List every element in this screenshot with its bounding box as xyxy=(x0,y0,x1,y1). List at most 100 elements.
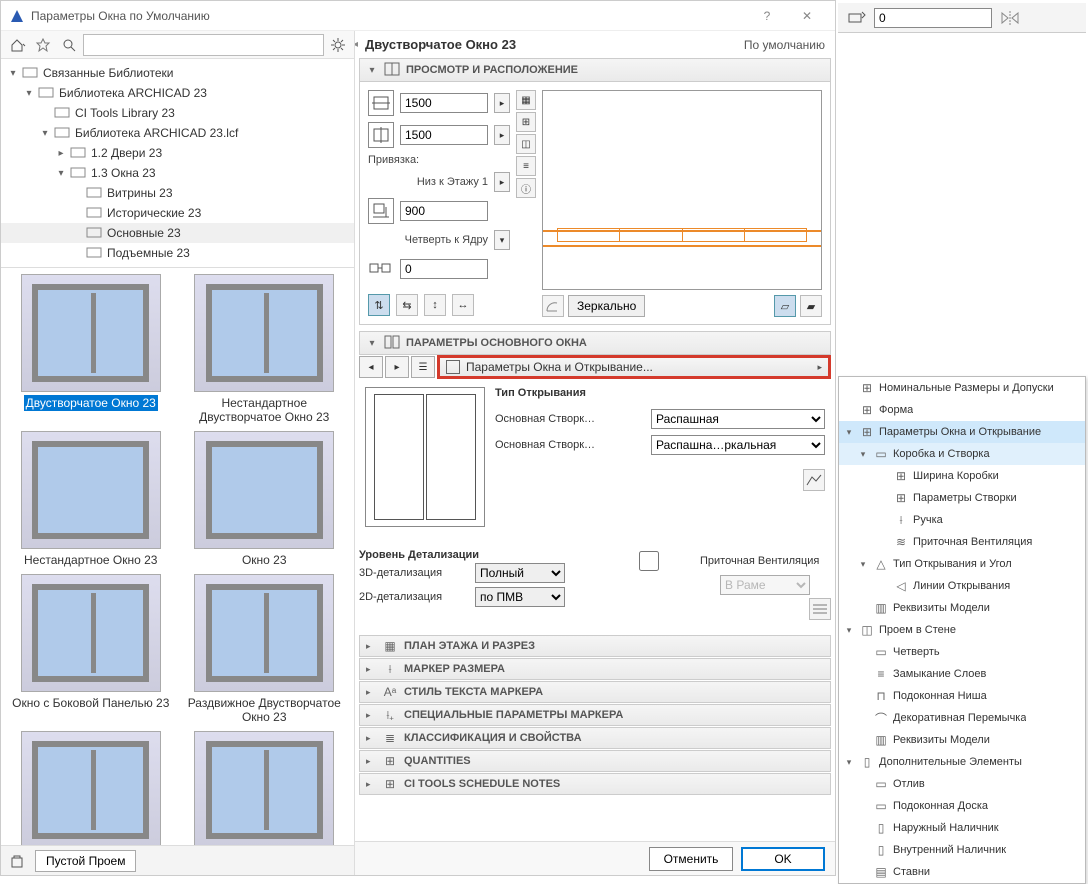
flip2-icon[interactable]: ⇆ xyxy=(396,294,418,316)
anchor1-popup-icon[interactable]: ▸ xyxy=(494,172,510,192)
tree-node[interactable]: ▸1.2 Двери 23 xyxy=(1,143,354,163)
sash2-select[interactable]: Распашна…ркальная xyxy=(651,435,825,455)
flyout-item[interactable]: ⟊Ручка xyxy=(839,509,1085,531)
grid-item[interactable]: Раздвижное Двустворчатое Окно 23 xyxy=(181,574,349,725)
flyout-item[interactable]: ▭Отлив xyxy=(839,773,1085,795)
section-markerparams[interactable]: ▸⟊₊СПЕЦИАЛЬНЫЕ ПАРАМЕТРЫ МАРКЕРА xyxy=(359,704,831,726)
close-button[interactable]: ✕ xyxy=(787,9,827,23)
d2d-select[interactable]: по ПМВ xyxy=(475,587,565,607)
section-classif[interactable]: ▸≣КЛАССИФИКАЦИЯ И СВОЙСТВА xyxy=(359,727,831,749)
sash1-select[interactable]: Распашная xyxy=(651,409,825,429)
grid-item[interactable] xyxy=(7,731,175,845)
library-search-input[interactable] xyxy=(83,34,324,56)
favorite-star-icon[interactable] xyxy=(31,34,55,56)
building-icon[interactable] xyxy=(5,850,29,872)
section-main-params[interactable]: ▾ ПАРАМЕТРЫ ОСНОВНОГО ОКНА xyxy=(359,331,831,355)
library-browser: ▾Связанные Библиотеки ▾Библиотека ARCHIC… xyxy=(1,31,355,875)
tree-node[interactable]: ▾Библиотека ARCHICAD 23.lcf xyxy=(1,123,354,143)
tree-node[interactable]: Исторические 23 xyxy=(1,203,354,223)
cancel-button[interactable]: Отменить xyxy=(649,847,733,871)
d3d-select[interactable]: Полный xyxy=(475,563,565,583)
flyout-item[interactable]: ≋Приточная Вентиляция xyxy=(839,531,1085,553)
anchor2-popup-icon[interactable]: ▾ xyxy=(494,230,510,250)
flyout-item[interactable]: ▯Внутренний Наличник xyxy=(839,839,1085,861)
flyout-item[interactable]: ⊞Параметры Створки xyxy=(839,487,1085,509)
flyout-panel: ⊞Номинальные Размеры и Допуски ⊞Форма ▾⊞… xyxy=(838,376,1086,884)
help-button[interactable]: ? xyxy=(747,9,787,23)
view-mode-3-icon[interactable]: ◫ xyxy=(516,134,536,154)
profile-icon[interactable] xyxy=(803,469,825,491)
view-mode-info-icon[interactable]: ⓘ xyxy=(516,178,536,198)
anchor1-input[interactable] xyxy=(400,201,488,221)
tree-node[interactable]: ▾Библиотека ARCHICAD 23 xyxy=(1,83,354,103)
nav-prev-icon[interactable]: ◂ xyxy=(359,356,383,378)
flip4-icon[interactable]: ↔ xyxy=(452,294,474,316)
anchor2-input[interactable] xyxy=(400,259,488,279)
view-mode-2-icon[interactable]: ⊞ xyxy=(516,112,536,132)
nav-list-icon[interactable]: ☰ xyxy=(411,356,435,378)
flyout-item-selected[interactable]: ▾⊞Параметры Окна и Открывание xyxy=(839,421,1085,443)
params-page-dropdown[interactable]: Параметры Окна и Открывание... ▸ xyxy=(437,355,831,379)
tree-node[interactable]: Подъемные 23 xyxy=(1,243,354,263)
flyout-item[interactable]: ▾▯Дополнительные Элементы xyxy=(839,751,1085,773)
mirror-button[interactable]: Зеркально xyxy=(568,295,645,317)
flyout-item[interactable]: ▾◫Проем в Стене xyxy=(839,619,1085,641)
settings-gear-icon[interactable] xyxy=(326,34,350,56)
flyout-item[interactable]: ▥Реквизиты Модели xyxy=(839,597,1085,619)
swing-icon[interactable] xyxy=(542,295,564,317)
flyout-item[interactable]: ⊞Ширина Коробки xyxy=(839,465,1085,487)
flip3-icon[interactable]: ↕ xyxy=(424,294,446,316)
section-quantities[interactable]: ▸⊞QUANTITIES xyxy=(359,750,831,772)
empty-opening-button[interactable]: Пустой Проем xyxy=(35,850,136,872)
ventilation-checkbox[interactable] xyxy=(604,551,694,571)
collapse-arrow-icon[interactable]: ◂ xyxy=(355,39,358,50)
section-preview[interactable]: ▾ ПРОСМОТР И РАСПОЛОЖЕНИЕ xyxy=(359,58,831,82)
section-plan[interactable]: ▸▦ПЛАН ЭТАЖА И РАЗРЕЗ xyxy=(359,635,831,657)
orientation2-icon[interactable]: ▰ xyxy=(800,295,822,317)
grid-item[interactable]: Окно 23 xyxy=(181,431,349,568)
top-offset-input[interactable] xyxy=(874,8,992,28)
flyout-item[interactable]: ⊞Номинальные Размеры и Допуски xyxy=(839,377,1085,399)
flyout-item[interactable]: ▯Наружный Наличник xyxy=(839,817,1085,839)
section-markerstyle[interactable]: ▸AᵃСТИЛЬ ТЕКСТА МАРКЕРА xyxy=(359,681,831,703)
section-cischedule[interactable]: ▸⊞CI TOOLS SCHEDULE NOTES xyxy=(359,773,831,795)
flyout-item[interactable]: ▾△Тип Открывания и Угол xyxy=(839,553,1085,575)
flyout-item[interactable]: ▭Четверть xyxy=(839,641,1085,663)
tree-node[interactable]: CI Tools Library 23 xyxy=(1,103,354,123)
flyout-item[interactable]: ▭Подоконная Доска xyxy=(839,795,1085,817)
flip1-icon[interactable]: ⇅ xyxy=(368,294,390,316)
grid-item[interactable]: Нестандартное Окно 23 xyxy=(7,431,175,568)
grid-item[interactable]: Двустворчатое Окно 23 xyxy=(7,274,175,425)
flyout-item[interactable]: ⌒Декоративная Перемычка xyxy=(839,707,1085,729)
param-schematic xyxy=(365,387,485,527)
flyout-item[interactable]: ⊓Подоконная Ниша xyxy=(839,685,1085,707)
tree-node[interactable]: ▾1.3 Окна 23 xyxy=(1,163,354,183)
tree-node[interactable]: Витрины 23 xyxy=(1,183,354,203)
flyout-item[interactable]: ▥Реквизиты Модели xyxy=(839,729,1085,751)
flyout-item[interactable]: ▤Ставни xyxy=(839,861,1085,883)
flyout-item[interactable]: ≡Замыкание Слоев xyxy=(839,663,1085,685)
search-icon[interactable] xyxy=(57,34,81,56)
height-popup-icon[interactable]: ▸ xyxy=(494,125,510,145)
height-input[interactable] xyxy=(400,125,488,145)
grid-item[interactable]: Нестандартное Двустворчатое Окно 23 xyxy=(181,274,349,425)
tree-node-selected[interactable]: Основные 23 xyxy=(1,223,354,243)
grid-item[interactable] xyxy=(181,731,349,845)
ok-button[interactable]: OK xyxy=(741,847,825,871)
width-input[interactable] xyxy=(400,93,488,113)
width-popup-icon[interactable]: ▸ xyxy=(494,93,510,113)
section-marker[interactable]: ▸⟊МАРКЕР РАЗМЕРА xyxy=(359,658,831,680)
d2d-label: 2D-детализация xyxy=(359,591,469,603)
tree-root[interactable]: ▾Связанные Библиотеки xyxy=(1,63,354,83)
nav-next-icon[interactable]: ▸ xyxy=(385,356,409,378)
view-mode-4-icon[interactable]: ≡ xyxy=(516,156,536,176)
flyout-item[interactable]: ⊞Форма xyxy=(839,399,1085,421)
orientation1-icon[interactable]: ▱ xyxy=(774,295,796,317)
flyout-item[interactable]: ◁Линии Открывания xyxy=(839,575,1085,597)
grid-item[interactable]: Окно с Боковой Панелью 23 xyxy=(7,574,175,725)
vent-detail-icon[interactable] xyxy=(809,598,831,620)
mirror-icon[interactable] xyxy=(998,7,1022,29)
flyout-item[interactable]: ▾▭Коробка и Створка xyxy=(839,443,1085,465)
home-icon[interactable] xyxy=(5,34,29,56)
view-mode-1-icon[interactable]: ▦ xyxy=(516,90,536,110)
